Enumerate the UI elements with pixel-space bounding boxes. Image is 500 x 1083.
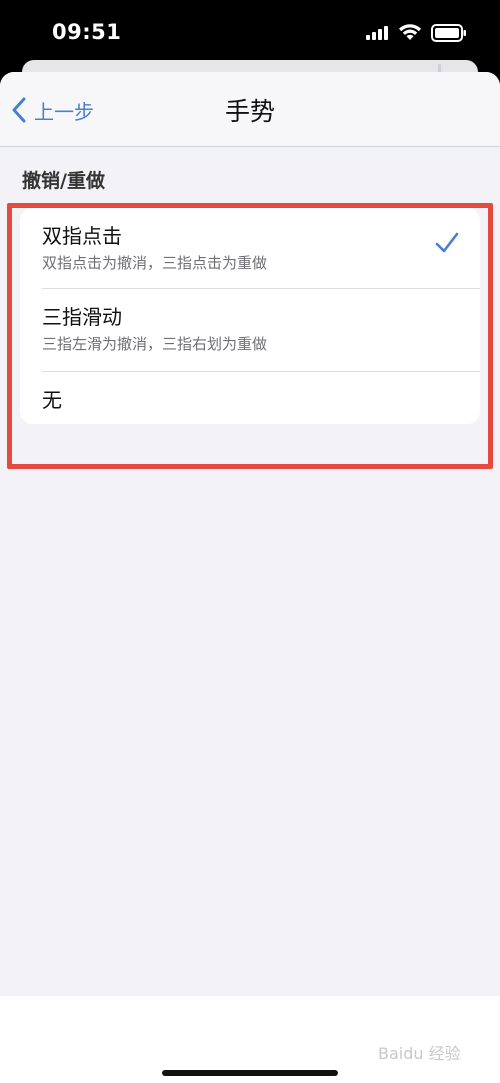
gesture-settings-sheet: 上一步 手势 撤销/重做 双指点击 双指点击为撤消，三指点击为重做 三指滑动 三… [0,72,500,1083]
red-highlight-annotation [7,203,493,469]
wifi-icon [399,24,421,40]
cellular-signal-icon [366,26,388,40]
section-header-undo-redo: 撤销/重做 [22,170,105,192]
page-title: 手势 [224,97,275,126]
phone-screen: 09:51 上一步 手势 撤销/重做 双指点击 双指点击为撤消，三指点击为重做 … [0,0,500,1083]
watermark-logo: Baidu 经验 [378,1044,461,1063]
home-indicator [162,1070,338,1076]
status-bar: 09:51 [0,0,500,64]
battery-icon [431,24,466,42]
status-time: 09:51 [52,20,122,44]
navigation-bar: 上一步 手势 [0,72,500,147]
